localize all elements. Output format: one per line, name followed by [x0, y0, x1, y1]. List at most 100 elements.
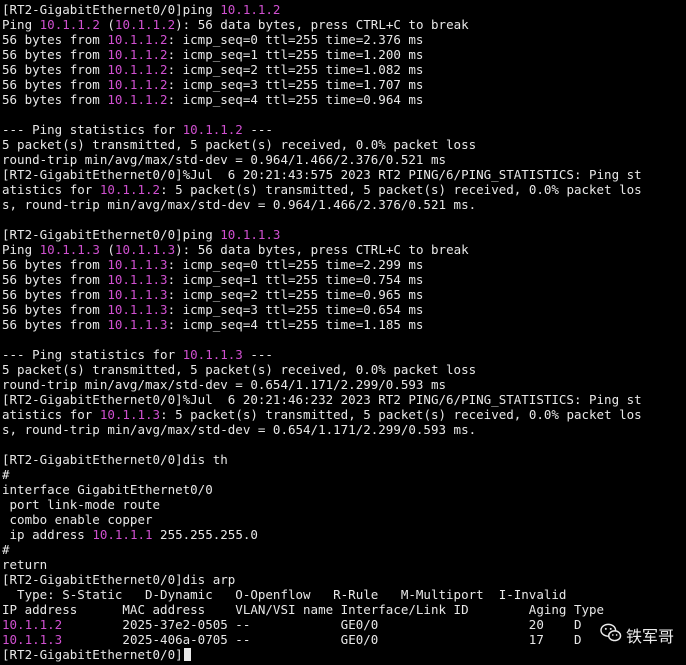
terminal-line: [RT2-GigabitEthernet0/0]ping 10.1.1.2 — [2, 2, 684, 17]
terminal-text: s, round-trip min/avg/max/std-dev = 0.65… — [2, 422, 477, 437]
terminal-text: 56 bytes from — [2, 77, 108, 92]
ip-address-text: 10.1.1.3 — [39, 242, 100, 257]
terminal-line: s, round-trip min/avg/max/std-dev = 0.96… — [2, 197, 684, 212]
watermark: 铁军哥 — [600, 623, 674, 647]
terminal-text: 56 bytes from — [2, 287, 108, 302]
terminal-text: ): 56 data bytes, press CTRL+C to break — [175, 242, 469, 257]
ip-address-text: 10.1.1.3 — [107, 272, 168, 287]
terminal-text: 56 bytes from — [2, 272, 108, 287]
terminal-text: : icmp_seq=4 ttl=255 time=0.964 ms — [167, 92, 424, 107]
terminal-line: return — [2, 557, 684, 572]
terminal-text: 5 packet(s) transmitted, 5 packet(s) rec… — [2, 137, 477, 152]
terminal-line: 56 bytes from 10.1.1.2: icmp_seq=4 ttl=2… — [2, 92, 684, 107]
ip-address-text: 10.1.1.3 — [107, 302, 168, 317]
terminal-text: ( — [99, 17, 115, 32]
terminal-line: 56 bytes from 10.1.1.3: icmp_seq=0 ttl=2… — [2, 257, 684, 272]
terminal-text: [RT2-GigabitEthernet0/0]dis th — [2, 452, 228, 467]
terminal-line: 5 packet(s) transmitted, 5 packet(s) rec… — [2, 362, 684, 377]
terminal-text: 56 bytes from — [2, 302, 108, 317]
ip-address-text: 10.1.1.3 — [99, 407, 161, 422]
terminal-text: ): 56 data bytes, press CTRL+C to break — [175, 17, 469, 32]
terminal-line: 56 bytes from 10.1.1.3: icmp_seq=4 ttl=2… — [2, 317, 684, 332]
terminal-line: Ping 10.1.1.2 (10.1.1.2): 56 data bytes,… — [2, 17, 684, 32]
terminal-line: # — [2, 542, 684, 557]
terminal-line: ip address 10.1.1.1 255.255.255.0 — [2, 527, 684, 542]
ip-address-text: 10.1.1.3 — [2, 632, 63, 647]
terminal-text: : icmp_seq=0 ttl=255 time=2.299 ms — [167, 257, 424, 272]
terminal-window[interactable]: [RT2-GigabitEthernet0/0]ping 10.1.1.2 Pin… — [2, 2, 684, 663]
ip-address-text: 10.1.1.2 — [220, 2, 281, 17]
terminal-text: [RT2-GigabitEthernet0/0]ping — [2, 2, 221, 17]
ip-address-text: 10.1.1.2 — [114, 17, 176, 32]
ip-address-text: 10.1.1.2 — [39, 17, 100, 32]
wechat-icon — [600, 623, 622, 647]
terminal-line: Ping 10.1.1.3 (10.1.1.3): 56 data bytes,… — [2, 242, 684, 257]
terminal-text: 56 bytes from — [2, 32, 108, 47]
terminal-line: port link-mode route — [2, 497, 684, 512]
terminal-line: --- Ping statistics for 10.1.1.2 --- — [2, 122, 684, 137]
terminal-text: : icmp_seq=1 ttl=255 time=0.754 ms — [167, 272, 424, 287]
ip-address-text: 10.1.1.3 — [220, 227, 281, 242]
ip-address-text: 10.1.1.3 — [107, 257, 168, 272]
terminal-line: --- Ping statistics for 10.1.1.3 --- — [2, 347, 684, 362]
terminal-text: --- — [242, 347, 273, 362]
terminal-line: 56 bytes from 10.1.1.3: icmp_seq=3 ttl=2… — [2, 302, 684, 317]
terminal-line: atistics for 10.1.1.3: 5 packet(s) trans… — [2, 407, 684, 422]
terminal-line: round-trip min/avg/max/std-dev = 0.964/1… — [2, 152, 684, 167]
terminal-line: [RT2-GigabitEthernet0/0]%Jul 6 20:21:46:… — [2, 392, 684, 407]
watermark-text: 铁军哥 — [625, 627, 674, 646]
ip-address-text: 10.1.1.3 — [114, 242, 176, 257]
terminal-text: Ping — [2, 242, 40, 257]
terminal-text: round-trip min/avg/max/std-dev = 0.964/1… — [2, 152, 447, 167]
terminal-line: combo enable copper — [2, 512, 684, 527]
terminal-text: 5 packet(s) transmitted, 5 packet(s) rec… — [2, 362, 477, 377]
terminal-text: # — [2, 542, 10, 557]
ip-address-text: 10.1.1.2 — [182, 122, 243, 137]
terminal-text: ( — [99, 242, 115, 257]
terminal-text: Type: S-Static D-Dynamic O-Openflow R-Ru… — [2, 587, 567, 602]
terminal-text: : 5 packet(s) transmitted, 5 packet(s) r… — [160, 182, 642, 197]
ip-address-text: 10.1.1.2 — [107, 77, 168, 92]
terminal-text: [RT2-GigabitEthernet0/0] — [2, 647, 183, 662]
terminal-line: s, round-trip min/avg/max/std-dev = 0.65… — [2, 422, 684, 437]
terminal-line: # — [2, 467, 684, 482]
terminal-text: IP address MAC address VLAN/VSI name Int… — [2, 602, 605, 617]
terminal-text: 56 bytes from — [2, 317, 108, 332]
terminal-text: : icmp_seq=1 ttl=255 time=1.200 ms — [167, 47, 424, 62]
terminal-text: interface GigabitEthernet0/0 — [2, 482, 213, 497]
terminal-line: [RT2-GigabitEthernet0/0]dis th — [2, 452, 684, 467]
ip-address-text: 10.1.1.2 — [107, 62, 168, 77]
ip-address-text: 10.1.1.3 — [182, 347, 243, 362]
ip-address-text: 10.1.1.3 — [107, 287, 168, 302]
terminal-line: 56 bytes from 10.1.1.3: icmp_seq=1 ttl=2… — [2, 272, 684, 287]
terminal-text: return — [2, 557, 48, 572]
terminal-text: combo enable copper — [2, 512, 153, 527]
text-cursor[interactable] — [183, 648, 191, 661]
terminal-text: --- — [242, 122, 273, 137]
terminal-line: 56 bytes from 10.1.1.2: icmp_seq=1 ttl=2… — [2, 47, 684, 62]
terminal-line: 56 bytes from 10.1.1.2: icmp_seq=3 ttl=2… — [2, 77, 684, 92]
terminal-text: [RT2-GigabitEthernet0/0]%Jul 6 20:21:46:… — [2, 392, 642, 407]
terminal-line: [RT2-GigabitEthernet0/0] — [2, 647, 684, 662]
terminal-line: IP address MAC address VLAN/VSI name Int… — [2, 602, 684, 617]
ip-address-text: 10.1.1.2 — [107, 32, 168, 47]
terminal-text: : icmp_seq=2 ttl=255 time=1.082 ms — [167, 62, 424, 77]
terminal-text: : icmp_seq=3 ttl=255 time=1.707 ms — [167, 77, 424, 92]
terminal-text: : icmp_seq=4 ttl=255 time=1.185 ms — [167, 317, 424, 332]
terminal-line: [RT2-GigabitEthernet0/0]ping 10.1.1.3 — [2, 227, 684, 242]
terminal-line: 5 packet(s) transmitted, 5 packet(s) rec… — [2, 137, 684, 152]
ip-address-text: 10.1.1.2 — [107, 92, 168, 107]
terminal-line: round-trip min/avg/max/std-dev = 0.654/1… — [2, 377, 684, 392]
terminal-text: --- Ping statistics for — [2, 122, 183, 137]
terminal-text: 2025-37e2-0505 -- GE0/0 20 D — [62, 617, 582, 632]
terminal-line: [RT2-GigabitEthernet0/0]dis arp — [2, 572, 684, 587]
terminal-line: atistics for 10.1.1.2: 5 packet(s) trans… — [2, 182, 684, 197]
terminal-line: 10.1.1.3 2025-406a-0705 -- GE0/0 17 D — [2, 632, 684, 647]
terminal-text: 56 bytes from — [2, 92, 108, 107]
terminal-text: [RT2-GigabitEthernet0/0]%Jul 6 20:21:43:… — [2, 167, 642, 182]
terminal-text: atistics for — [2, 407, 100, 422]
ip-address-text: 10.1.1.2 — [107, 47, 168, 62]
